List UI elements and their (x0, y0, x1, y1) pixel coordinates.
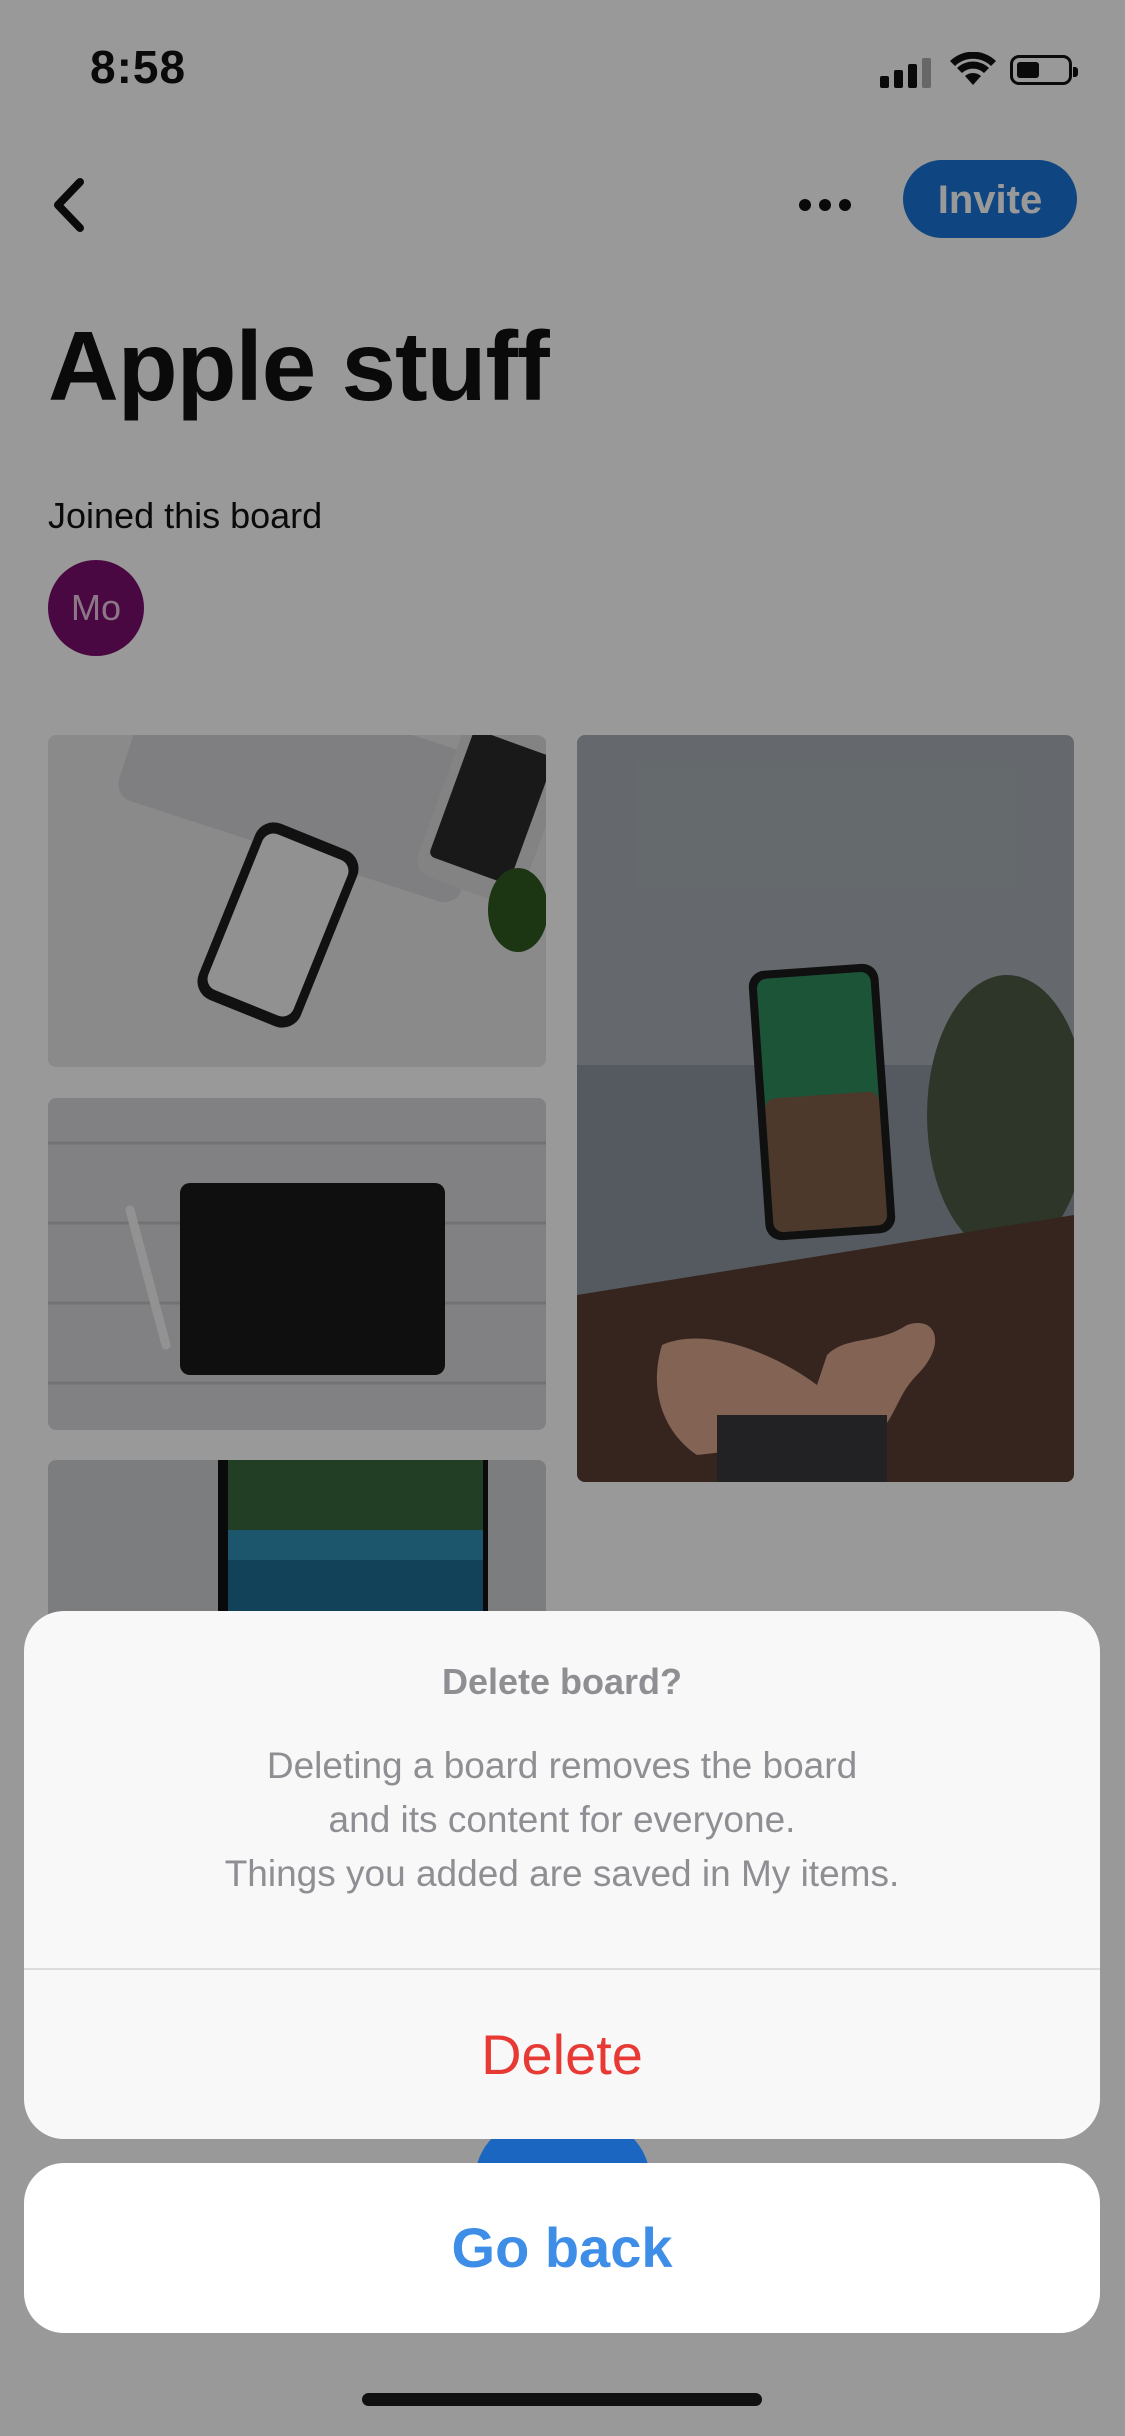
action-sheet-message-line: Things you added are saved in My items. (224, 1853, 900, 1894)
action-sheet-message-line: Deleting a board removes the board (266, 1745, 858, 1786)
home-indicator (362, 2393, 762, 2406)
delete-board-action-sheet: Delete board? Deleting a board removes t… (24, 1611, 1100, 2139)
action-sheet-title: Delete board? (441, 1661, 683, 1702)
go-back-button[interactable]: Go back (24, 2163, 1100, 2333)
action-sheet-message: Deleting a board removes the board and i… (24, 1739, 1100, 1901)
delete-button[interactable]: Delete (24, 1970, 1100, 2139)
action-sheet-message-line: and its content for everyone. (328, 1799, 796, 1840)
